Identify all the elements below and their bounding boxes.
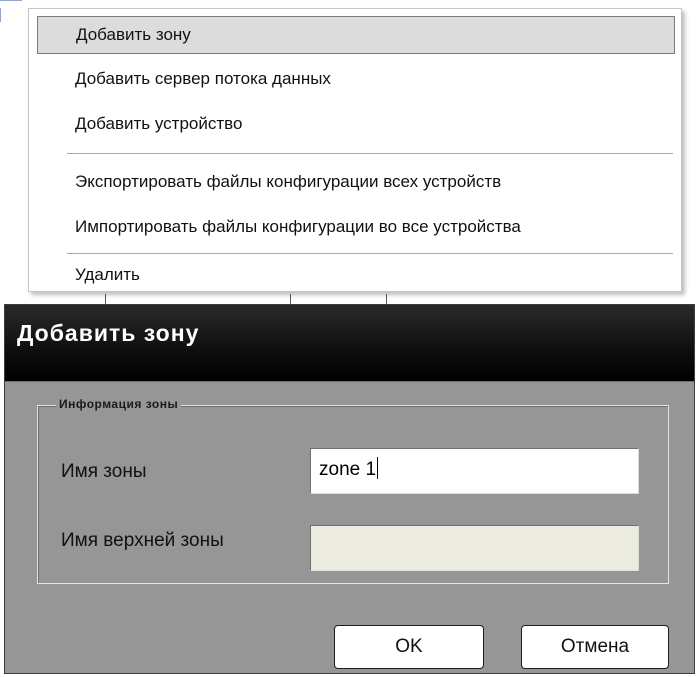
parent-zone-input: [310, 525, 639, 571]
parent-zone-label: Имя верхней зоны: [61, 530, 224, 551]
cancel-button[interactable]: Отмена: [521, 625, 669, 669]
background-frame-edge: [386, 294, 387, 304]
background-frame-edge: [290, 294, 291, 304]
menu-item-add-stream-server[interactable]: Добавить сервер потока данных: [37, 61, 675, 99]
menu-item-delete[interactable]: Удалить: [37, 257, 675, 295]
ok-button[interactable]: OK: [334, 625, 484, 669]
background-frame-edge: [0, 8, 1, 22]
add-zone-dialog: Добавить зону Информация зоны Имя зоны z…: [4, 304, 695, 674]
group-label: Информация зоны: [56, 397, 182, 411]
dialog-title-bar[interactable]: Добавить зону: [5, 305, 694, 382]
zone-name-label: Имя зоны: [61, 461, 147, 482]
zone-name-input[interactable]: zone 1: [310, 448, 639, 494]
dialog-title: Добавить зону: [17, 320, 200, 346]
zone-name-value: zone 1: [319, 459, 377, 480]
menu-item-add-zone[interactable]: Добавить зону: [37, 16, 675, 54]
menu-item-import-configs[interactable]: Импортировать файлы конфигурации во все …: [37, 209, 675, 247]
background-frame-edge: [0, 0, 22, 1]
menu-separator: [67, 153, 673, 155]
menu-item-add-device[interactable]: Добавить устройство: [37, 106, 675, 144]
menu-item-export-configs[interactable]: Экспортировать файлы конфигурации всех у…: [37, 164, 675, 202]
background-frame-edge: [105, 294, 106, 304]
text-caret: [377, 457, 379, 479]
context-menu: Добавить зону Добавить сервер потока дан…: [28, 8, 682, 292]
menu-separator: [67, 253, 673, 255]
